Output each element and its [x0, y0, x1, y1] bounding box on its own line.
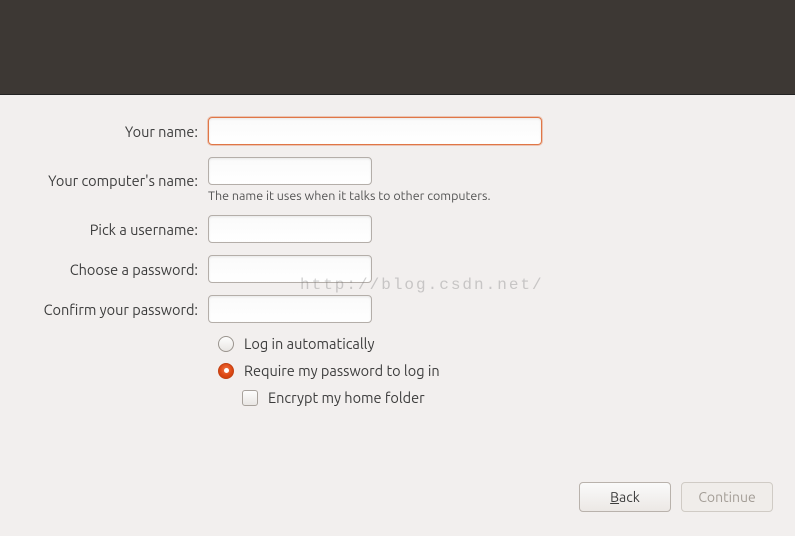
- input-computer-name[interactable]: [208, 157, 372, 185]
- option-auto-login-label: Log in automatically: [244, 335, 374, 352]
- continue-button[interactable]: Continue: [681, 482, 773, 512]
- checkbox-icon: [242, 390, 258, 406]
- row-your-name: Your name:: [0, 117, 795, 145]
- back-button[interactable]: Back: [579, 482, 671, 512]
- radio-icon: [218, 336, 234, 352]
- radio-icon: [218, 363, 234, 379]
- input-password[interactable]: [208, 255, 372, 283]
- input-your-name[interactable]: [208, 117, 542, 145]
- option-require-password-label: Require my password to log in: [244, 362, 440, 379]
- row-username: Pick a username:: [0, 215, 795, 243]
- back-button-suffix: ack: [619, 489, 640, 505]
- continue-button-label: Continue: [698, 489, 755, 505]
- row-password: Choose a password:: [0, 255, 795, 283]
- label-password: Choose a password:: [0, 261, 208, 278]
- footer-buttons: Back Continue: [579, 482, 773, 512]
- header-bar: [0, 0, 795, 95]
- option-encrypt-home[interactable]: Encrypt my home folder: [242, 389, 795, 406]
- login-options: Log in automatically Require my password…: [218, 335, 795, 406]
- label-computer-name: Your computer's name:: [0, 172, 208, 189]
- label-your-name: Your name:: [0, 123, 208, 140]
- option-require-password[interactable]: Require my password to log in: [218, 362, 795, 379]
- back-button-accel: B: [610, 489, 619, 505]
- option-auto-login[interactable]: Log in automatically: [218, 335, 795, 352]
- label-confirm: Confirm your password:: [0, 301, 208, 318]
- input-confirm-password[interactable]: [208, 295, 372, 323]
- hint-computer-name: The name it uses when it talks to other …: [208, 189, 795, 203]
- user-setup-form: Your name: Your computer's name: The nam…: [0, 95, 795, 406]
- row-computer-name: Your computer's name: The name it uses w…: [0, 157, 795, 203]
- row-confirm: Confirm your password:: [0, 295, 795, 323]
- label-username: Pick a username:: [0, 221, 208, 238]
- input-username[interactable]: [208, 215, 372, 243]
- option-encrypt-home-label: Encrypt my home folder: [268, 389, 425, 406]
